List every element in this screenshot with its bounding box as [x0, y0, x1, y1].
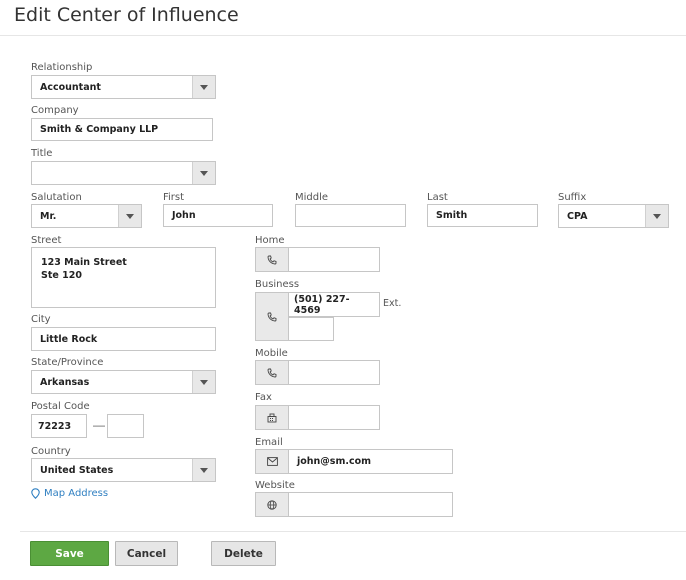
state-value: Arkansas [40, 376, 90, 388]
fax-input[interactable] [288, 405, 380, 430]
map-pin-icon [31, 488, 40, 499]
salutation-value: Mr. [40, 210, 57, 222]
mobile-phone-input[interactable] [288, 360, 380, 385]
envelope-icon [255, 449, 288, 474]
footer-divider [20, 531, 686, 532]
relationship-label: Relationship [31, 62, 93, 73]
relationship-value: Accountant [40, 81, 101, 93]
suffix-select[interactable]: CPA [558, 204, 669, 228]
postal-code-input[interactable]: 72223 [31, 414, 87, 438]
salutation-select[interactable]: Mr. [31, 204, 142, 228]
postal-separator: — [93, 418, 105, 432]
relationship-select[interactable]: Accountant [31, 75, 216, 99]
email-label: Email [255, 437, 283, 448]
country-value: United States [40, 464, 114, 476]
website-label: Website [255, 480, 295, 491]
cancel-button[interactable]: Cancel [115, 541, 178, 566]
salutation-label: Salutation [31, 192, 82, 203]
company-label: Company [31, 105, 79, 116]
street-textarea[interactable]: 123 Main Street Ste 120 [31, 247, 216, 308]
home-phone-input[interactable] [288, 247, 380, 272]
state-select[interactable]: Arkansas [31, 370, 216, 394]
suffix-label: Suffix [558, 192, 587, 203]
business-phone-input[interactable]: (501) 227-4569 [288, 292, 380, 317]
email-input[interactable]: john@sm.com [288, 449, 453, 474]
country-label: Country [31, 446, 71, 457]
state-label: State/Province [31, 357, 104, 368]
map-address-link[interactable]: Map Address [31, 488, 108, 499]
globe-icon [255, 492, 288, 517]
postal-label: Postal Code [31, 401, 90, 412]
mobile-label: Mobile [255, 348, 288, 359]
last-label: Last [427, 192, 448, 203]
business-label: Business [255, 279, 300, 290]
phone-icon [255, 360, 288, 385]
middle-label: Middle [295, 192, 329, 203]
save-button[interactable]: Save [30, 541, 109, 566]
company-input[interactable]: Smith & Company LLP [31, 118, 213, 141]
website-input[interactable] [288, 492, 453, 517]
city-input[interactable]: Little Rock [31, 327, 216, 351]
chevron-down-icon[interactable] [192, 459, 215, 481]
suffix-value: CPA [567, 210, 588, 222]
header-divider [0, 35, 686, 36]
chevron-down-icon[interactable] [192, 371, 215, 393]
fax-label: Fax [255, 392, 272, 403]
last-name-input[interactable]: Smith [427, 204, 538, 227]
country-select[interactable]: United States [31, 458, 216, 482]
first-name-input[interactable]: John [163, 204, 273, 227]
business-extension-input[interactable] [288, 317, 334, 341]
postal-extension-input[interactable] [107, 414, 144, 438]
first-label: First [163, 192, 185, 203]
title-label: Title [31, 148, 53, 159]
home-label: Home [255, 235, 285, 246]
chevron-down-icon[interactable] [192, 76, 215, 98]
phone-icon [255, 292, 288, 341]
map-address-label: Map Address [44, 488, 109, 499]
page-title: Edit Center of Influence [14, 4, 239, 26]
city-label: City [31, 314, 51, 325]
middle-name-input[interactable] [295, 204, 406, 227]
phone-icon [255, 247, 288, 272]
chevron-down-icon[interactable] [645, 205, 668, 227]
fax-icon [255, 405, 288, 430]
delete-button[interactable]: Delete [211, 541, 276, 566]
extension-label: Ext. [383, 298, 402, 309]
chevron-down-icon[interactable] [192, 162, 215, 184]
chevron-down-icon[interactable] [118, 205, 141, 227]
street-label: Street [31, 235, 62, 246]
title-select[interactable] [31, 161, 216, 185]
